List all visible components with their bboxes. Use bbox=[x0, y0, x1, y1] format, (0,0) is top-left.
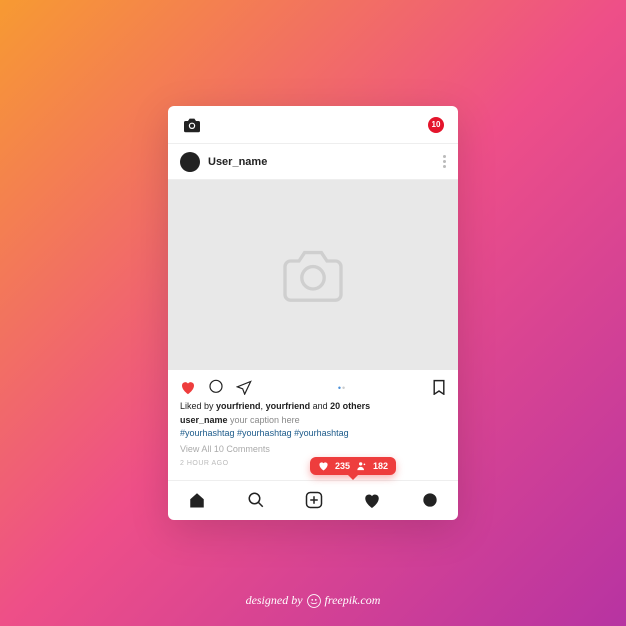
attribution: designed by freepik.com bbox=[0, 593, 626, 608]
post-header: User_name bbox=[168, 144, 458, 180]
like-icon[interactable] bbox=[180, 380, 196, 395]
caption: user_name your caption here bbox=[180, 414, 446, 428]
instagram-post-frame: 10 User_name bbox=[168, 106, 458, 520]
carousel-indicator: •• bbox=[264, 378, 420, 396]
comment-icon[interactable] bbox=[208, 379, 224, 395]
bookmark-icon[interactable] bbox=[432, 379, 446, 395]
image-placeholder-icon bbox=[278, 247, 348, 303]
add-tab-icon[interactable] bbox=[305, 491, 323, 509]
likes-text[interactable]: Liked by yourfriend, yourfriend and 20 o… bbox=[180, 400, 446, 414]
caption-username[interactable]: user_name bbox=[180, 415, 228, 425]
home-tab-icon[interactable] bbox=[188, 491, 206, 509]
tooltip-followers-count: 182 bbox=[373, 461, 388, 471]
more-options-icon[interactable] bbox=[443, 155, 446, 168]
activity-tooltip[interactable]: 235 182 bbox=[310, 457, 396, 475]
top-bar: 10 bbox=[168, 106, 458, 144]
avatar[interactable] bbox=[180, 152, 200, 172]
caption-text: your caption here bbox=[228, 415, 300, 425]
notification-badge[interactable]: 10 bbox=[428, 117, 444, 133]
bottom-tab-bar: 235 182 bbox=[168, 480, 458, 520]
camera-icon[interactable] bbox=[182, 117, 202, 133]
profile-tab-icon[interactable] bbox=[422, 492, 438, 508]
search-tab-icon[interactable] bbox=[247, 491, 265, 509]
hashtags[interactable]: #yourhashtag #yourhashtag #yourhashtag bbox=[180, 427, 446, 441]
post-image[interactable] bbox=[168, 180, 458, 370]
post-username[interactable]: User_name bbox=[208, 156, 267, 168]
action-bar: •• bbox=[168, 370, 458, 400]
view-comments-link[interactable]: View All 10 Comments bbox=[180, 443, 446, 457]
share-icon[interactable] bbox=[236, 380, 252, 395]
activity-tab-icon[interactable] bbox=[363, 492, 381, 509]
freepik-logo-icon bbox=[307, 594, 321, 608]
tooltip-likes-count: 235 bbox=[335, 461, 350, 471]
